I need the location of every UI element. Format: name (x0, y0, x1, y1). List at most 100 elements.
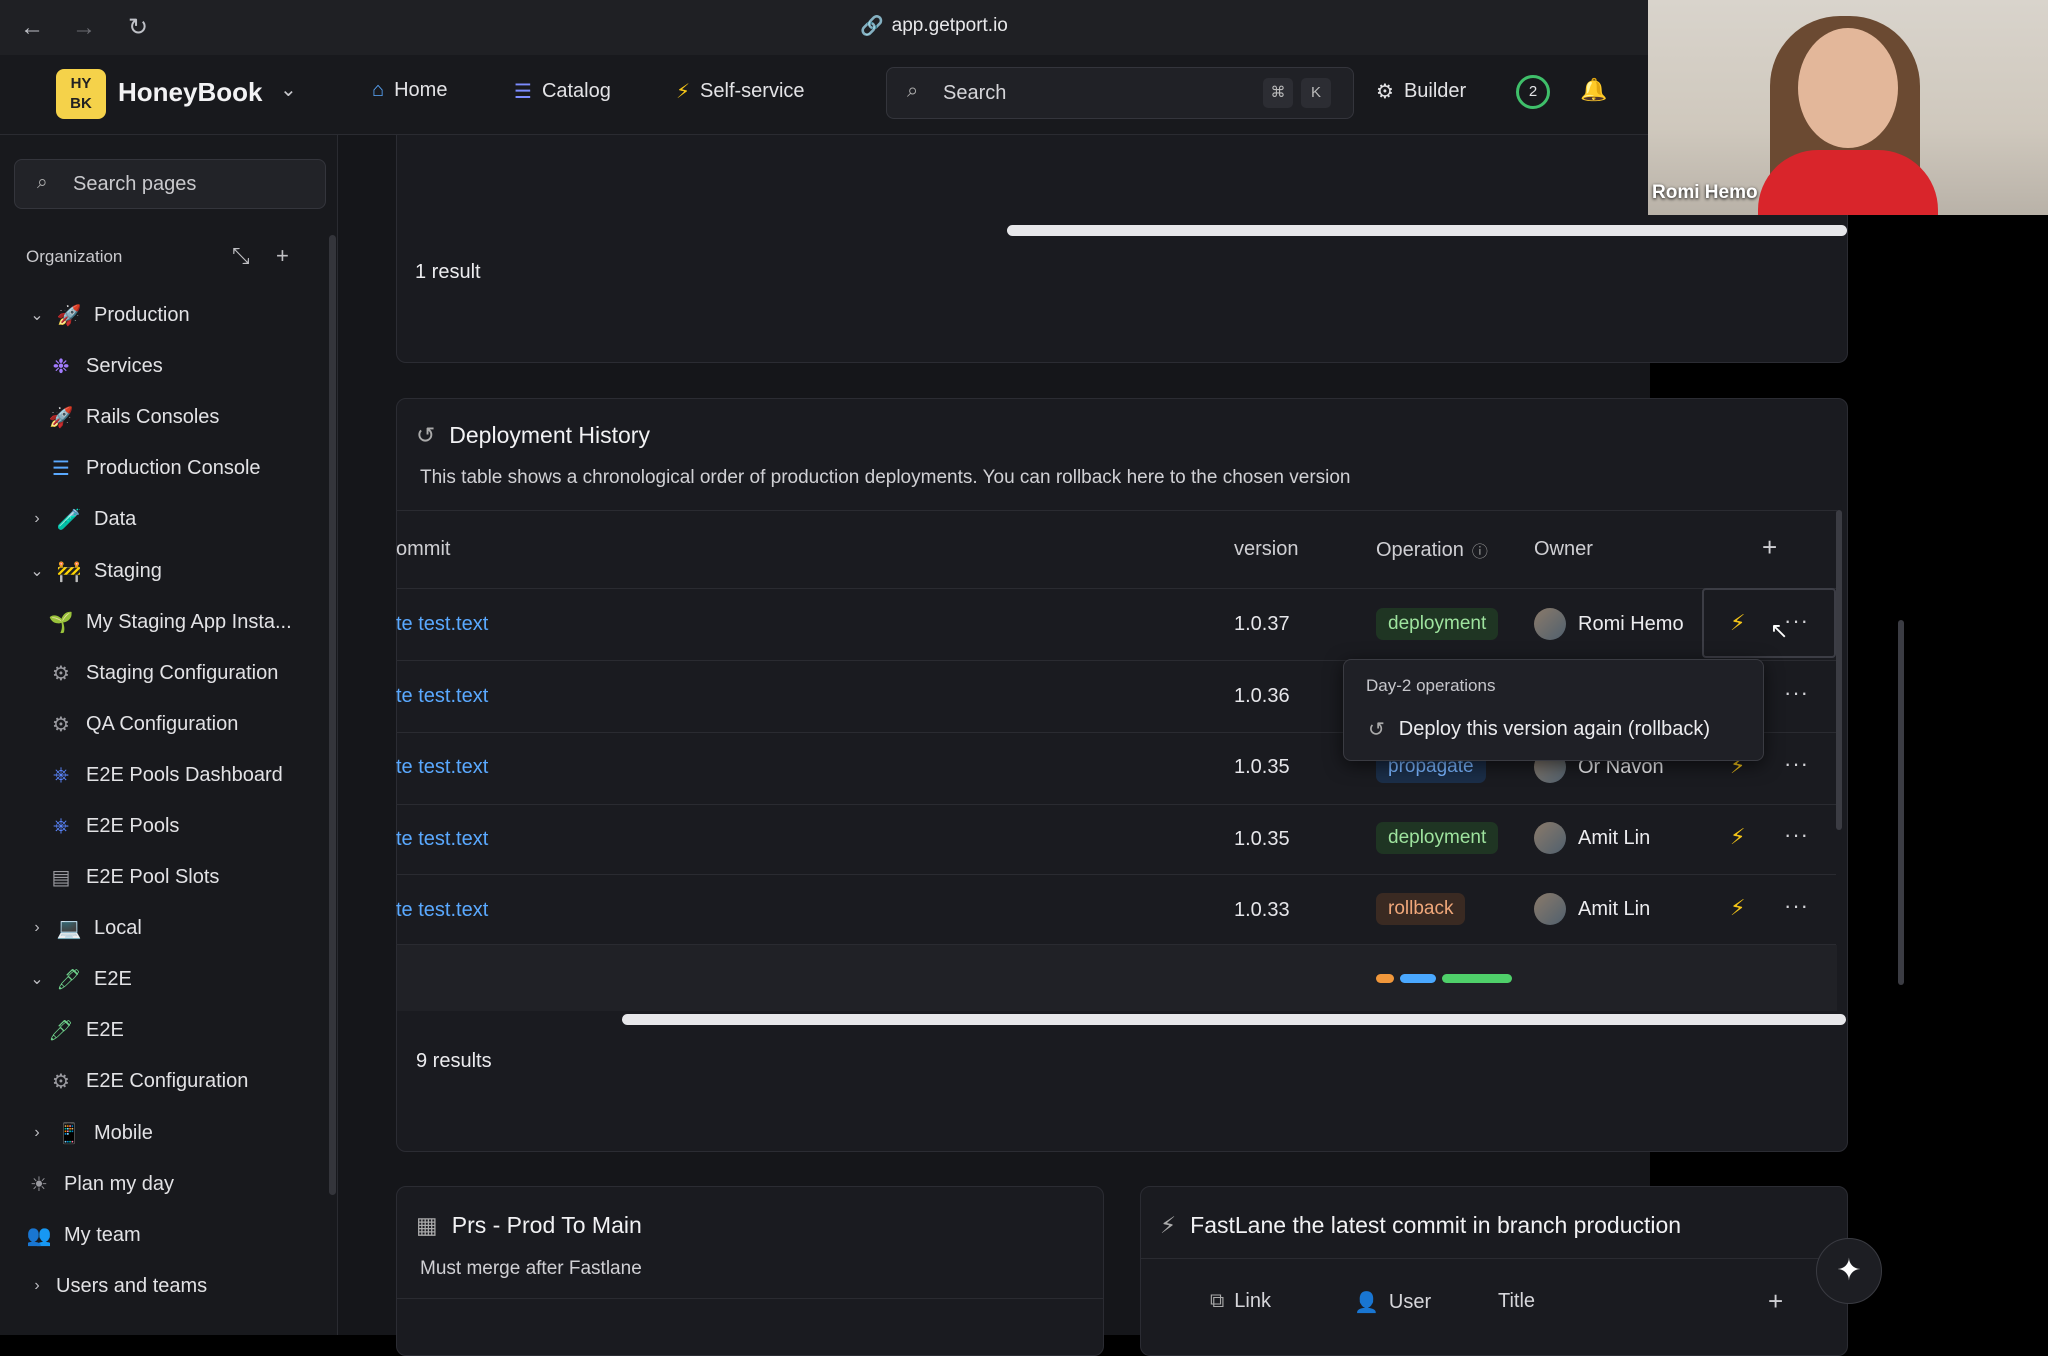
seedling-icon: 🌱 (48, 611, 74, 634)
table-icon: ▦ (416, 1212, 438, 1238)
nav-catalog[interactable]: ☰ Catalog (514, 79, 611, 104)
commit-link[interactable]: te test.text (396, 899, 488, 922)
top-navbar: HY BK HoneyBook ⌄ ⌂ Home ☰ Catalog ⚡ Self… (0, 55, 1650, 135)
pagination-indicator[interactable] (1442, 974, 1512, 983)
info-icon[interactable]: ⓘ (1472, 538, 1488, 562)
catalog-icon: ☰ (514, 81, 532, 103)
add-icon[interactable]: + (276, 243, 289, 269)
more-actions-icon[interactable]: ··· (1784, 680, 1809, 706)
chevron-down-icon[interactable]: ⌄ (280, 77, 297, 102)
commit-link[interactable]: te test.text (396, 756, 488, 779)
column-header-commit[interactable]: ommit (396, 538, 450, 561)
rollback-menu-item[interactable]: ↺ Deploy this version again (rollback) (1368, 717, 1710, 742)
sidebar-item-production[interactable]: ⌄ 🚀 Production (30, 295, 189, 335)
actions-cell-highlight (1702, 588, 1836, 658)
table-divider (396, 804, 1836, 805)
sidebar-item-label: My team (64, 1223, 141, 1246)
table-icon: ☰ (52, 457, 70, 480)
commit-link[interactable]: te test.text (396, 685, 488, 708)
sidebar-item-services[interactable]: ❉ Services (48, 346, 163, 386)
reload-icon[interactable]: ↻ (122, 12, 154, 44)
sidebar-item-label: My Staging App Insta... (86, 610, 292, 633)
owner-name: Amit Lin (1578, 897, 1651, 920)
commit-link[interactable]: te test.text (396, 613, 488, 636)
brand-name[interactable]: HoneyBook (118, 77, 262, 108)
add-column-icon[interactable]: + (1768, 1286, 1783, 1317)
sidebar-item-label: E2E Pools Dashboard (86, 763, 283, 786)
sidebar-item-e2e[interactable]: 🖊 E2E (48, 1010, 124, 1050)
chevron-right-icon: › (34, 510, 40, 527)
column-header-owner[interactable]: Owner (1534, 538, 1593, 561)
sidebar-item-e2e-configuration[interactable]: ⚙ E2E Configuration (48, 1061, 248, 1101)
version-cell: 1.0.33 (1234, 899, 1290, 921)
column-header-user[interactable]: 👤 User (1354, 1290, 1431, 1315)
ai-assistant-button[interactable]: ✦ (1816, 1238, 1882, 1304)
table-footer-row (397, 945, 1837, 1011)
horizontal-scrollbar[interactable] (622, 1014, 1846, 1025)
nav-self-service[interactable]: ⚡ Self-service (676, 79, 805, 104)
mouse-cursor-icon: ↖ (1770, 618, 1789, 643)
sidebar-item-my-team[interactable]: 👥 My team (26, 1215, 141, 1255)
search-pages-input[interactable]: ⌕ Search pages (14, 159, 326, 209)
laptop-icon: 💻 (56, 917, 82, 940)
progress-ring[interactable]: 2 (1516, 75, 1550, 109)
operation-header-label: Operation (1376, 538, 1464, 561)
sidebar-item-label: E2E Pools (86, 814, 180, 837)
nav-catalog-label: Catalog (541, 80, 611, 102)
nav-home[interactable]: ⌂ Home (372, 79, 447, 102)
external-link-icon: ⧉ (1210, 1290, 1225, 1312)
bell-icon[interactable]: 🔔 (1580, 77, 1607, 103)
cmd-key: ⌘ (1263, 78, 1293, 108)
collapse-all-icon[interactable]: ⤡ (232, 243, 250, 269)
column-header-version[interactable]: version (1234, 538, 1298, 561)
pagination-indicator[interactable] (1376, 974, 1394, 983)
chevron-right-icon: › (34, 919, 40, 936)
sidebar-item-e2e-pool-slots[interactable]: ▤ E2E Pool Slots (48, 857, 220, 897)
version-cell: 1.0.36 (1234, 685, 1290, 707)
bolt-icon[interactable]: ⚡ (1730, 895, 1745, 921)
sidebar-item-data[interactable]: › 🧪 Data (30, 499, 136, 539)
sidebar-item-e2e-pools-dashboard[interactable]: ⎈ E2E Pools Dashboard (48, 755, 283, 795)
global-search[interactable]: ⌕ Search ⌘ K (886, 67, 1354, 119)
url-text: app.getport.io (891, 15, 1008, 36)
sidebar-item-users-and-teams[interactable]: › Users and teams (30, 1266, 207, 1306)
sidebar-item-staging[interactable]: ⌄ 🚧 Staging (30, 551, 162, 591)
sidebar-item-qa-configuration[interactable]: ⚙ QA Configuration (48, 704, 238, 744)
commit-link[interactable]: te test.text (396, 828, 488, 851)
back-icon[interactable]: ← (16, 12, 48, 44)
builder-button[interactable]: ⚙ Builder (1376, 79, 1466, 104)
deployment-history-title: Deployment History (449, 422, 650, 448)
more-actions-icon[interactable]: ··· (1784, 822, 1809, 848)
forward-icon[interactable]: → (68, 12, 100, 44)
sidebar-item-e2e-pools[interactable]: ⎈ E2E Pools (48, 806, 179, 846)
column-header-link[interactable]: ⧉ Link (1210, 1290, 1271, 1313)
sidebar-item-my-staging-app[interactable]: 🌱 My Staging App Insta... (48, 602, 292, 642)
sidebar-item-rails-consoles[interactable]: 🚀 Rails Consoles (48, 397, 220, 437)
pagination-indicator[interactable] (1400, 974, 1436, 983)
honeybook-logo[interactable]: HY BK (56, 69, 106, 119)
chevron-right-icon: › (34, 1124, 40, 1141)
sidebar-item-staging-configuration[interactable]: ⚙ Staging Configuration (48, 653, 278, 693)
more-actions-icon[interactable]: ··· (1784, 751, 1809, 777)
page-scrollbar[interactable] (1898, 620, 1904, 985)
table-divider (396, 874, 1836, 875)
sidebar-item-label: Services (86, 354, 163, 377)
vertical-scrollbar[interactable] (1836, 510, 1842, 830)
owner-cell: Amit Lin (1534, 822, 1650, 854)
address-bar[interactable]: 🔗 app.getport.io (860, 14, 1008, 38)
sidebar-item-plan-my-day[interactable]: ☀ Plan my day (26, 1164, 174, 1204)
column-header-operation[interactable]: Operation ⓘ (1376, 538, 1488, 562)
horizontal-scrollbar[interactable] (1007, 225, 1847, 236)
version-cell: 1.0.35 (1234, 828, 1290, 850)
sidebar-scrollbar[interactable] (329, 235, 336, 1195)
sidebar-item-local[interactable]: › 💻 Local (30, 908, 141, 948)
sidebar-item-production-console[interactable]: ☰ Production Console (48, 448, 261, 488)
add-column-icon[interactable]: + (1762, 532, 1777, 563)
bolt-icon[interactable]: ⚡ (1730, 824, 1745, 850)
sidebar-item-label: Plan my day (64, 1172, 175, 1195)
column-header-title[interactable]: Title (1498, 1290, 1535, 1313)
fastlane-card-header: ⚡ FastLane the latest commit in branch p… (1160, 1212, 1681, 1239)
sidebar-item-mobile[interactable]: › 📱 Mobile (30, 1113, 153, 1153)
more-actions-icon[interactable]: ··· (1784, 893, 1809, 919)
sidebar-item-e2e-folder[interactable]: ⌄ 🖊 E2E (30, 959, 132, 999)
